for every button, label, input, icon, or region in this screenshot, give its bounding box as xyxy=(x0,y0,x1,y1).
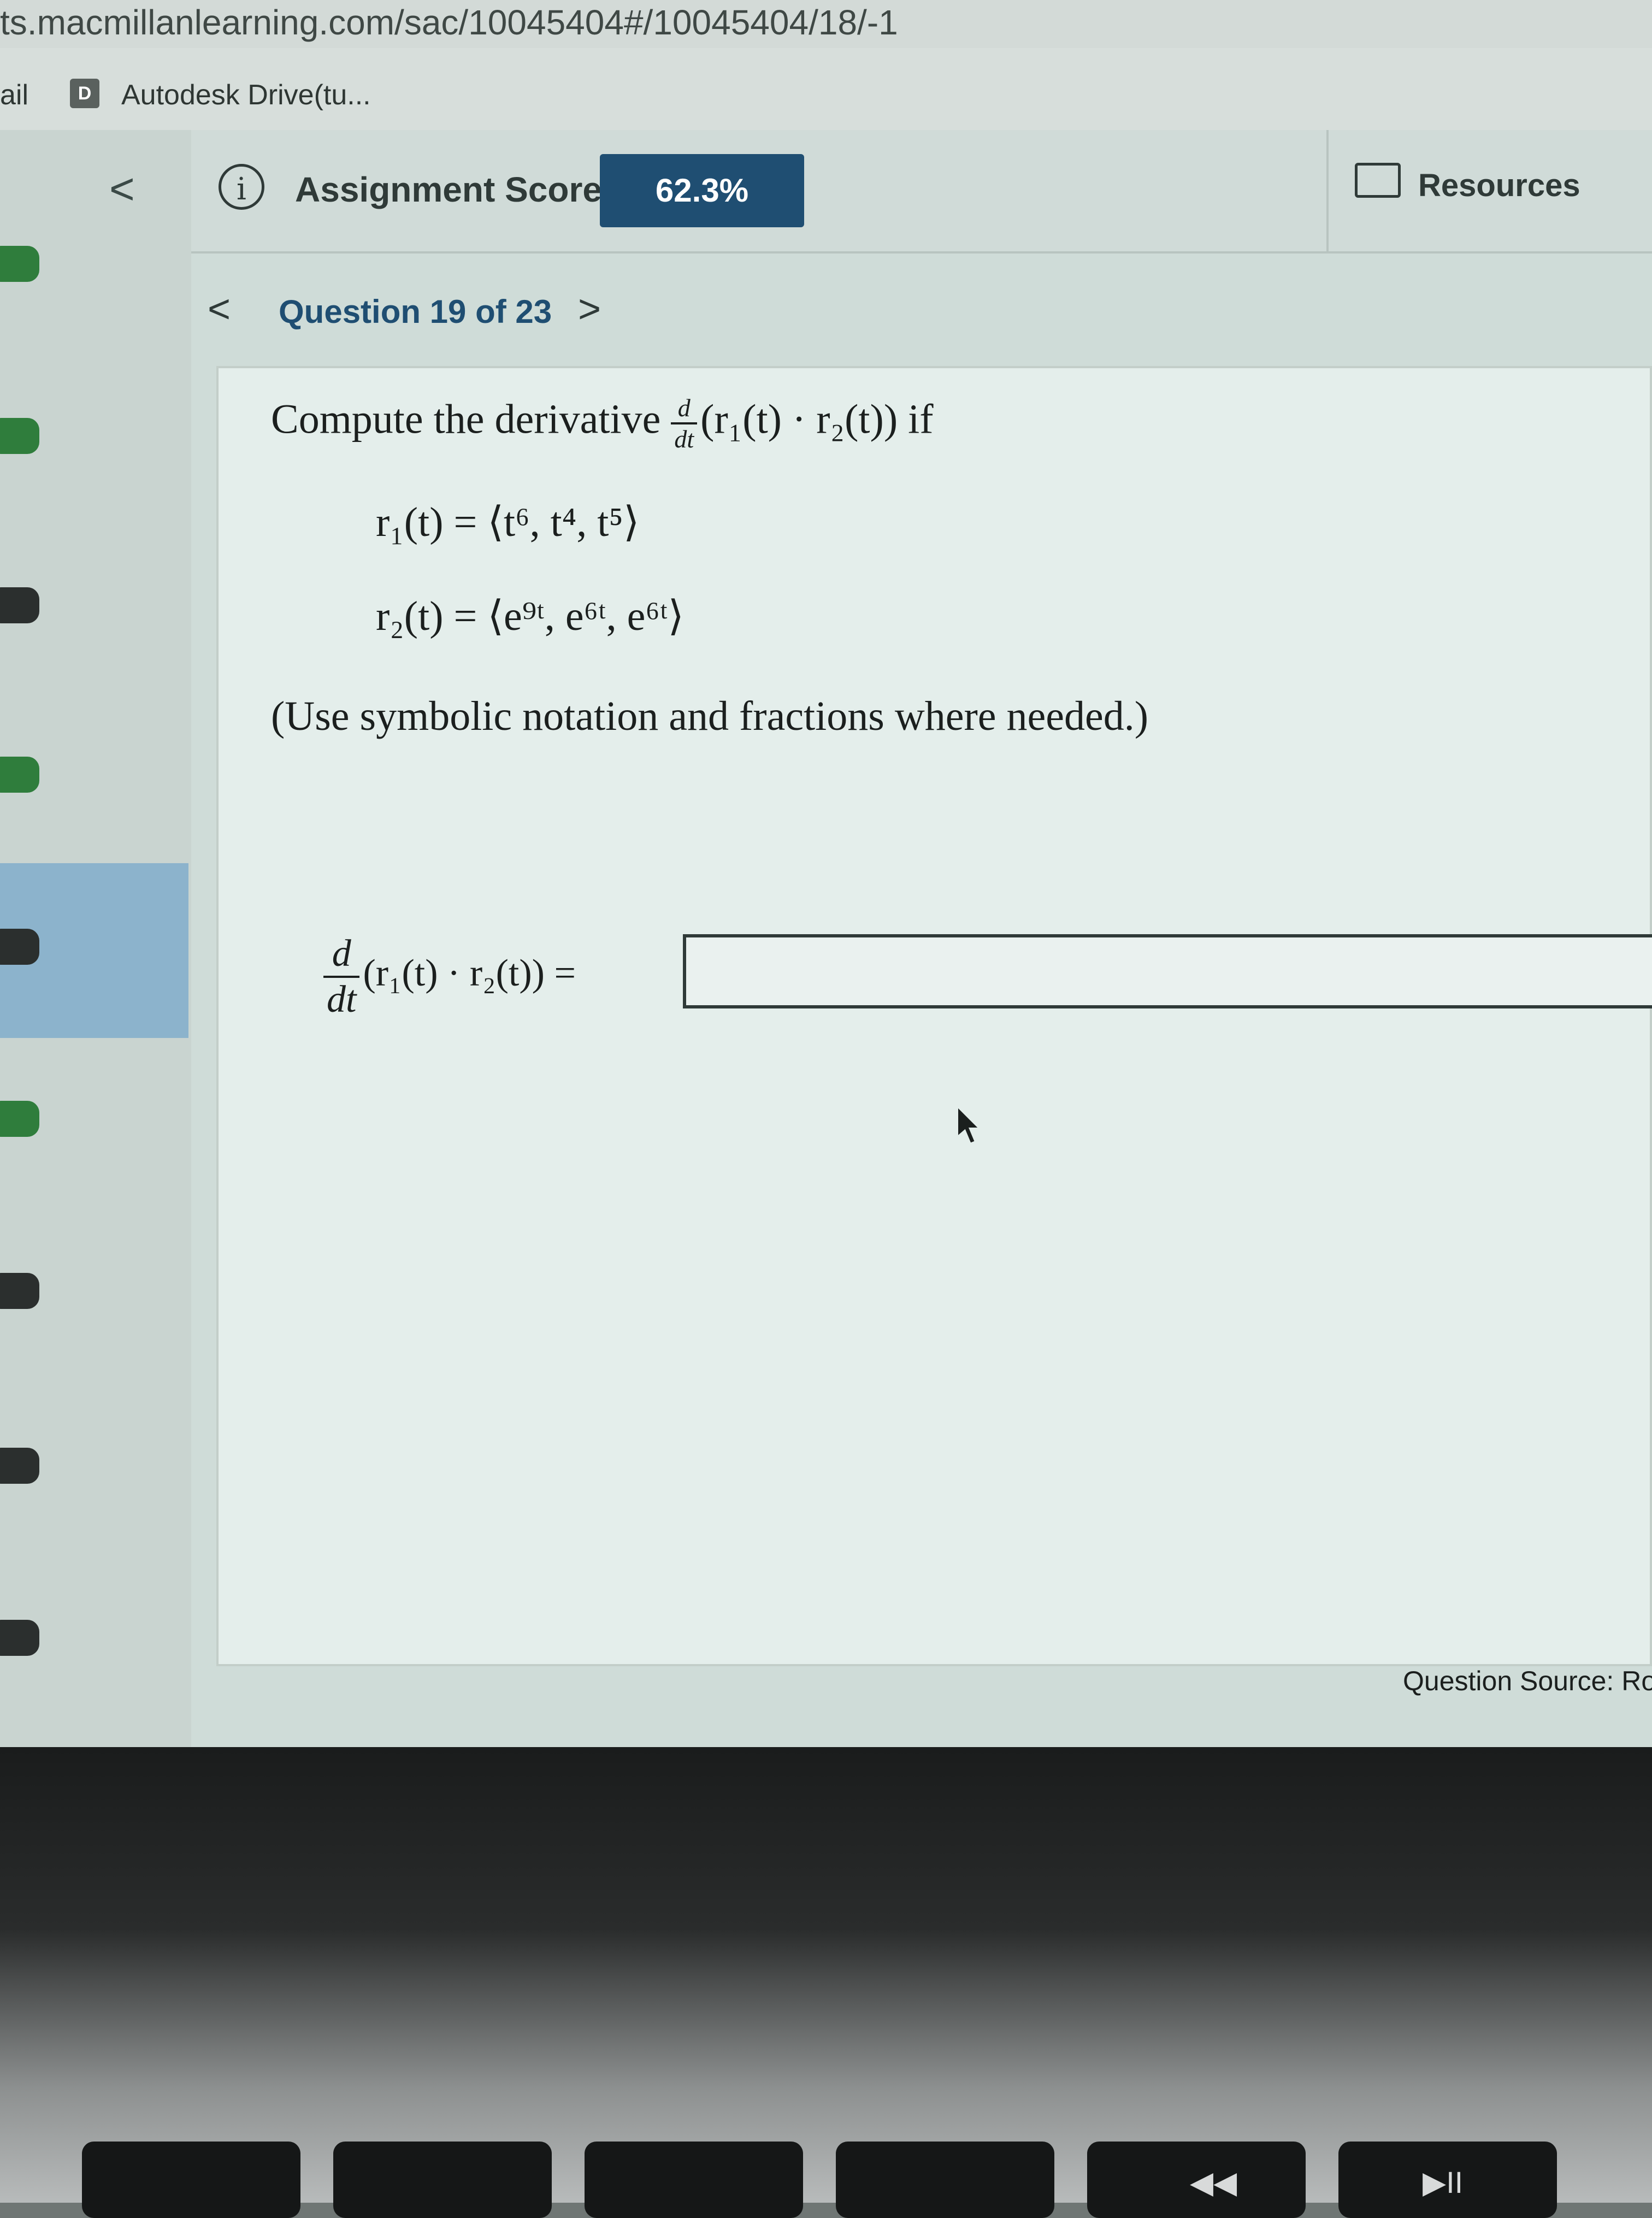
question-status-pill[interactable] xyxy=(0,757,39,793)
bookmark-autodesk-drive[interactable]: Autodesk Drive(tu... xyxy=(121,79,371,111)
divider xyxy=(1326,130,1329,251)
folder-icon[interactable] xyxy=(1355,163,1401,198)
mouse-cursor-icon xyxy=(956,1104,983,1146)
question-counter: Question 19 of 23 xyxy=(279,293,552,330)
r1-equation: r₁(t) = ⟨t⁶, t⁴, t⁵⟩ xyxy=(376,499,640,545)
keyboard-key xyxy=(585,2142,803,2218)
collapse-rail-chevron-icon[interactable]: < xyxy=(109,164,135,214)
assignment-score-badge: 62.3% xyxy=(600,154,804,227)
notation-hint: (Use symbolic notation and fractions whe… xyxy=(271,693,1149,739)
answer-derivative-fraction: d dt xyxy=(323,932,360,1022)
assignment-score-label: Assignment Score: xyxy=(295,170,614,209)
fraction-denominator: dt xyxy=(674,425,694,453)
bookmark-mail[interactable]: ail xyxy=(0,79,28,111)
previous-question-button[interactable]: < xyxy=(208,287,231,332)
keyboard-key xyxy=(333,2142,552,2218)
keyboard-key xyxy=(82,2142,300,2218)
resources-button[interactable]: Resources xyxy=(1418,167,1580,204)
answer-input-field[interactable] xyxy=(683,934,1652,1008)
next-question-button[interactable]: > xyxy=(578,287,601,332)
browser-url-bar[interactable]: ts.macmillanlearning.com/sac/10045404#/1… xyxy=(0,0,1652,48)
answer-lhs-text: (r₁(t) · r₂(t)) = xyxy=(363,952,576,995)
answer-fraction-numerator: d xyxy=(323,932,360,978)
autodesk-favicon-icon: D xyxy=(70,79,99,108)
url-text[interactable]: ts.macmillanlearning.com/sac/10045404#/1… xyxy=(0,2,898,43)
question-status-pill[interactable] xyxy=(0,418,39,454)
prompt-suffix: (r₁(t) · r₂(t)) if xyxy=(700,396,934,443)
r2-equation: r₂(t) = ⟨e⁹ᵗ, e⁶ᵗ, e⁶ᵗ⟩ xyxy=(376,593,685,639)
answer-expression: d dt (r₁(t) · r₂(t)) = xyxy=(323,932,576,1022)
question-status-pill[interactable] xyxy=(0,929,39,965)
rewind-key-icon: ◀◀ xyxy=(1190,2165,1237,2199)
keyboard-key xyxy=(836,2142,1054,2218)
question-status-pill[interactable] xyxy=(0,246,39,282)
prompt-text: Compute the derivative xyxy=(271,396,661,443)
answer-fraction-denominator: dt xyxy=(327,978,357,1020)
question-status-pill[interactable] xyxy=(0,1101,39,1137)
question-status-pill[interactable] xyxy=(0,587,39,623)
fraction-numerator: d xyxy=(671,393,698,424)
question-status-pill[interactable] xyxy=(0,1448,39,1484)
info-icon[interactable]: i xyxy=(219,164,264,210)
bookmarks-bar: ail D Autodesk Drive(tu... xyxy=(0,48,1652,132)
question-prompt: Compute the derivative d dt (r₁(t) · r₂(… xyxy=(271,393,934,453)
question-status-pill[interactable] xyxy=(0,1273,39,1309)
play-pause-key-icon: ▶II xyxy=(1423,2165,1464,2199)
laptop-bezel xyxy=(0,1747,1652,2203)
question-source: Question Source: Rog xyxy=(1403,1666,1652,1696)
derivative-fraction: d dt xyxy=(671,393,698,453)
question-status-pill[interactable] xyxy=(0,1620,39,1656)
